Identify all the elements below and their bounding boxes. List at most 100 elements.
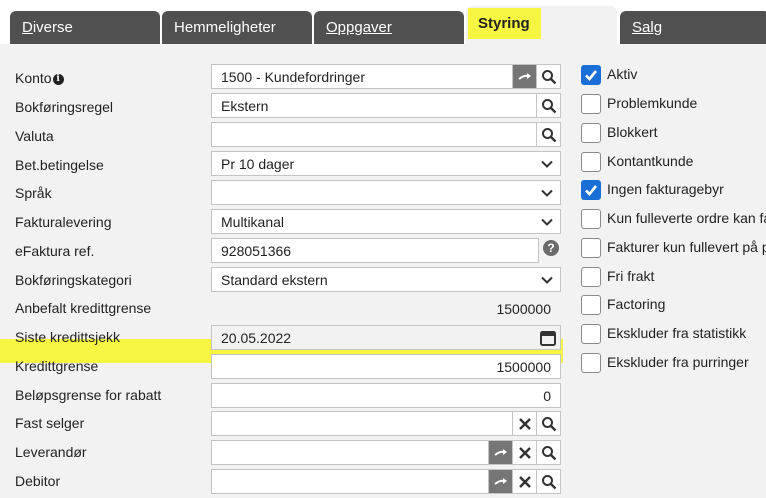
checkbox-label: Aktiv <box>607 66 638 82</box>
search-button[interactable] <box>536 470 560 493</box>
search-button[interactable] <box>536 441 560 464</box>
tab-bar: Diverse Hemmeligheter Oppgaver Styring S… <box>0 0 766 44</box>
close-icon <box>518 446 531 459</box>
tab-diverse[interactable]: Diverse <box>10 11 160 44</box>
label-bokforingskategori: Bokføringskategori <box>15 272 132 288</box>
kredittgrense-field[interactable]: 1500000 <box>211 354 561 379</box>
tab-hemmeligheter[interactable]: Hemmeligheter <box>162 11 312 44</box>
tab-label-accesskey: D <box>22 19 33 36</box>
checkbox[interactable] <box>581 123 601 143</box>
search-icon <box>541 69 556 84</box>
chevron-down-icon <box>541 276 553 284</box>
arrow-right-icon <box>493 477 507 485</box>
efaktura-field[interactable]: 928051366 <box>211 238 539 263</box>
bokforingsregel-field[interactable]: Ekstern <box>211 93 561 118</box>
search-button[interactable] <box>536 412 560 435</box>
styring-panel: Konto i Bokføringsregel Valuta Bet.beting… <box>0 44 766 498</box>
checkbox[interactable] <box>581 209 601 229</box>
belopsgrense-field[interactable]: 0 <box>211 383 561 408</box>
clear-button[interactable] <box>512 441 536 464</box>
goto-button[interactable] <box>488 441 512 464</box>
tab-label-accesskey: O <box>326 19 338 36</box>
checkbox-label: Kun fulleverte ordre kan fa <box>607 210 766 226</box>
checkbox-label: Ekskluder fra purringer <box>607 354 749 370</box>
label-debitor: Debitor <box>15 473 61 489</box>
clear-button[interactable] <box>512 412 536 435</box>
checkbox-label: Ingen fakturagebyr <box>607 181 724 197</box>
fakturalevering-select[interactable]: Multikanal <box>211 209 561 234</box>
anbefalt-kredittgrense-field: 1500000 <box>211 296 561 321</box>
checkbox[interactable] <box>581 324 601 344</box>
tab-oppgaver[interactable]: Oppgaver <box>314 11 464 44</box>
checkbox-label: Factoring <box>607 296 666 312</box>
clear-button[interactable] <box>512 470 536 493</box>
checkbox-label: Kontantkunde <box>607 153 694 169</box>
belopsgrense-value: 0 <box>543 388 551 404</box>
arrow-right-icon <box>493 448 507 456</box>
label-anbefalt-kredittgrense: Anbefalt kredittgrense <box>15 300 152 316</box>
valuta-field[interactable] <box>211 122 561 147</box>
tab-styring[interactable]: Styring <box>466 6 617 44</box>
siste-kredittsjekk-value: 20.05.2022 <box>221 330 292 346</box>
search-button[interactable] <box>536 123 560 146</box>
leverandor-field[interactable] <box>211 440 561 465</box>
kredittgrense-value: 1500000 <box>496 359 551 375</box>
checkbox[interactable] <box>581 295 601 315</box>
checkbox[interactable] <box>581 238 601 258</box>
checkmark-icon <box>585 70 598 81</box>
label-sprak: Språk <box>15 185 52 201</box>
label-efaktura: eFaktura ref. <box>15 243 95 259</box>
checkbox-label: Blokkert <box>607 124 658 140</box>
search-icon <box>541 127 556 142</box>
tab-label: Styring <box>478 15 530 32</box>
chevron-down-icon <box>541 160 553 168</box>
goto-button[interactable] <box>488 470 512 493</box>
checkbox[interactable] <box>581 180 601 200</box>
tab-label: iverse <box>32 19 73 36</box>
close-icon <box>518 417 531 430</box>
search-icon <box>541 445 556 460</box>
info-icon[interactable]: i <box>52 74 64 85</box>
label-belopsgrense: Beløpsgrense for rabatt <box>15 387 162 403</box>
betbetingelse-value: Pr 10 dager <box>221 156 295 172</box>
label-leverandor: Leverandør <box>15 444 87 460</box>
label-betbetingelse: Bet.betingelse <box>15 157 104 173</box>
close-icon <box>518 475 531 488</box>
checkbox[interactable] <box>581 94 601 114</box>
checkbox[interactable] <box>581 152 601 172</box>
calendar-icon <box>540 330 556 346</box>
tab-label-highlight: Styring <box>468 8 541 39</box>
checkbox-label: Fakturer kun fullevert på p <box>607 239 766 255</box>
checkbox[interactable] <box>581 267 601 287</box>
chevron-down-icon <box>541 189 553 197</box>
efaktura-value: 928051366 <box>221 243 292 259</box>
tab-label: ppgaver <box>337 19 392 36</box>
tab-salg[interactable]: Salg <box>620 11 766 44</box>
konto-field[interactable]: 1500 - Kundefordringer <box>211 64 561 89</box>
fast-selger-field[interactable] <box>211 411 561 436</box>
checkbox-label: Ekskluder fra statistikk <box>607 325 747 341</box>
tab-label: alg <box>642 19 663 36</box>
checkbox-label: Problemkunde <box>607 95 698 111</box>
calendar-button[interactable] <box>536 326 560 349</box>
goto-button[interactable] <box>512 65 536 88</box>
bokforingsregel-value: Ekstern <box>221 98 269 114</box>
chevron-down-icon <box>541 218 553 226</box>
checkmark-icon <box>585 185 598 196</box>
help-icon[interactable]: ? <box>543 240 559 256</box>
anbefalt-kredittgrense-value: 1500000 <box>496 301 551 317</box>
search-button[interactable] <box>536 94 560 117</box>
betbetingelse-select[interactable]: Pr 10 dager <box>211 151 561 176</box>
checkbox[interactable] <box>581 65 601 85</box>
search-button[interactable] <box>536 65 560 88</box>
search-icon <box>541 474 556 489</box>
sprak-select[interactable] <box>211 180 561 205</box>
konto-value: 1500 - Kundefordringer <box>221 69 365 85</box>
tab-label-accesskey: S <box>632 19 643 36</box>
label-fast-selger: Fast selger <box>15 415 85 431</box>
siste-kredittsjekk-field[interactable]: 20.05.2022 <box>211 325 561 350</box>
bokforingskategori-select[interactable]: Standard ekstern <box>211 267 561 292</box>
bokforingskategori-value: Standard ekstern <box>221 272 328 288</box>
debitor-field[interactable] <box>211 469 561 494</box>
checkbox[interactable] <box>581 353 601 373</box>
